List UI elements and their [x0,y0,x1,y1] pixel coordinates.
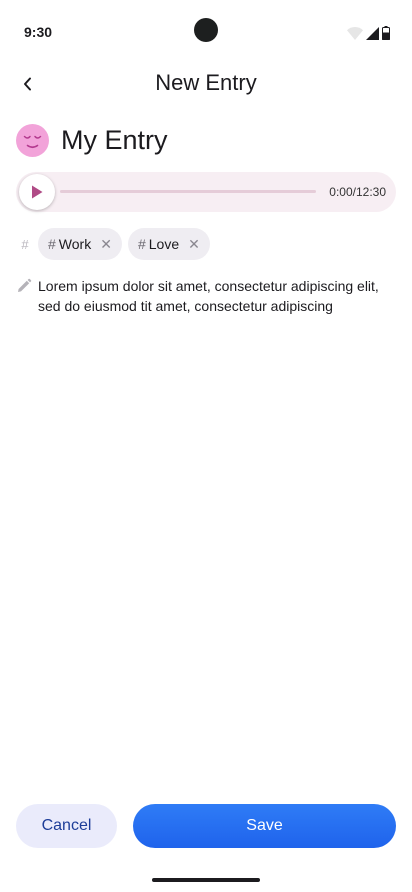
cancel-button[interactable]: Cancel [16,804,117,848]
wifi-icon [347,27,363,40]
app-bar: New Entry [0,64,412,104]
status-time: 9:30 [24,24,53,40]
audio-progress-slider[interactable] [60,190,316,193]
save-button[interactable]: Save [133,804,396,848]
tag-hash: # [48,236,56,252]
note-text[interactable]: Lorem ipsum dolor sit amet, consectetur … [38,276,396,316]
tag-chip[interactable]: # Work ✕ [38,228,122,260]
page-title: New Entry [155,70,257,95]
signal-icon [366,27,379,40]
relieved-face-icon[interactable] [16,123,49,157]
audio-player: 0:00/12:30 [16,172,396,212]
tag-label: Work [58,236,92,252]
entry-header: My Entry [16,122,168,158]
tag-chip[interactable]: # Love ✕ [127,228,210,260]
tag-label: Love [148,236,180,252]
tags-row: # # Work ✕ # Love ✕ [16,228,216,260]
status-icons [347,26,390,40]
camera-cutout [194,18,218,42]
home-indicator [152,878,260,882]
close-icon[interactable]: ✕ [100,236,112,253]
note-row[interactable]: Lorem ipsum dolor sit amet, consectetur … [16,276,396,316]
play-icon [32,185,43,199]
hash-icon: # [21,236,29,252]
battery-icon [382,26,390,40]
close-icon[interactable]: ✕ [188,236,200,253]
status-bar: 9:30 [0,0,412,64]
audio-time: 0:00/12:30 [329,185,386,199]
pencil-icon [18,278,32,292]
tag-hash: # [137,236,146,252]
play-button[interactable] [19,174,55,210]
entry-title[interactable]: My Entry [61,125,168,156]
